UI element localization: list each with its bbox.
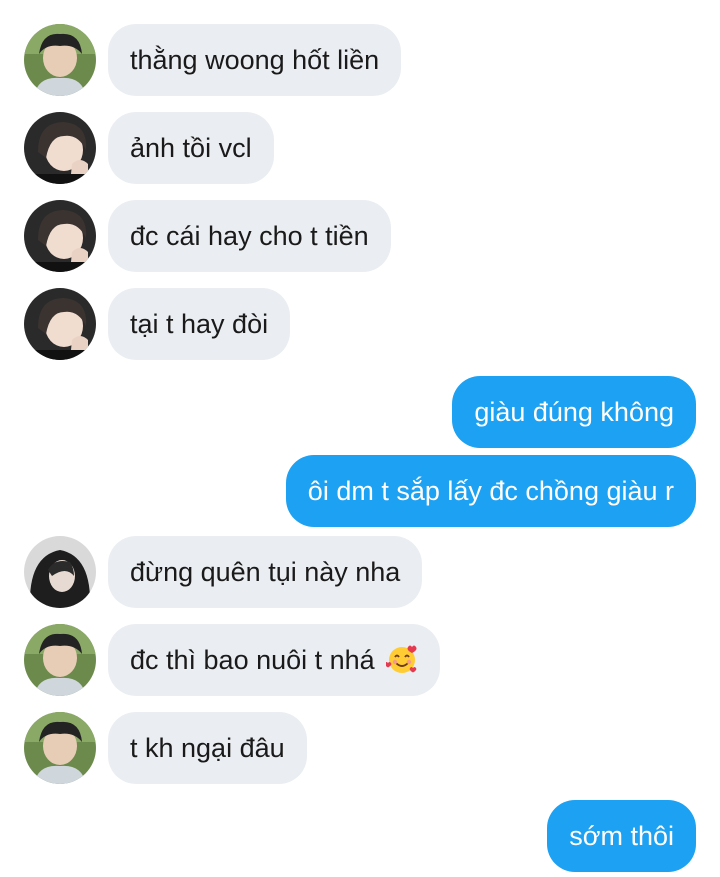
outgoing-message-bubble[interactable]: sớm thôi (547, 800, 696, 872)
incoming-message-bubble[interactable]: đc cái hay cho t tiền (108, 200, 391, 272)
avatar[interactable] (24, 624, 96, 696)
avatar-hood-image (24, 536, 96, 608)
avatar-boy-image (24, 624, 96, 696)
avatar-boy-image (24, 24, 96, 96)
smiling-face-with-hearts-icon (386, 645, 417, 673)
incoming-message-bubble[interactable]: đc thì bao nuôi t nhá (108, 624, 441, 696)
outgoing-message-bubble[interactable]: ôi dm t sắp lấy đc chồng giàu r (285, 455, 696, 527)
incoming-message-bubble[interactable]: ảnh tồi vcl (108, 112, 274, 184)
avatar-girl-image (24, 200, 96, 272)
incoming-message-bubble[interactable]: thằng woong hốt liền (108, 24, 402, 96)
avatar[interactable] (24, 288, 96, 360)
incoming-message-bubble[interactable]: t kh ngại đâu (108, 712, 307, 784)
outgoing-message-bubble[interactable]: giàu đúng không (452, 376, 696, 448)
avatar[interactable] (24, 712, 96, 784)
incoming-message-bubble[interactable]: đừng quên tụi này nha (108, 536, 423, 608)
avatar-boy-image (24, 712, 96, 784)
incoming-message-bubble[interactable]: tại t hay đòi (108, 288, 291, 360)
avatar[interactable] (24, 24, 96, 96)
message-text: đc thì bao nuôi t nhá (130, 645, 375, 675)
avatar[interactable] (24, 200, 96, 272)
avatar[interactable] (24, 112, 96, 184)
avatar[interactable] (24, 536, 96, 608)
avatar-girl-image (24, 112, 96, 184)
avatar-girl-image (24, 288, 96, 360)
